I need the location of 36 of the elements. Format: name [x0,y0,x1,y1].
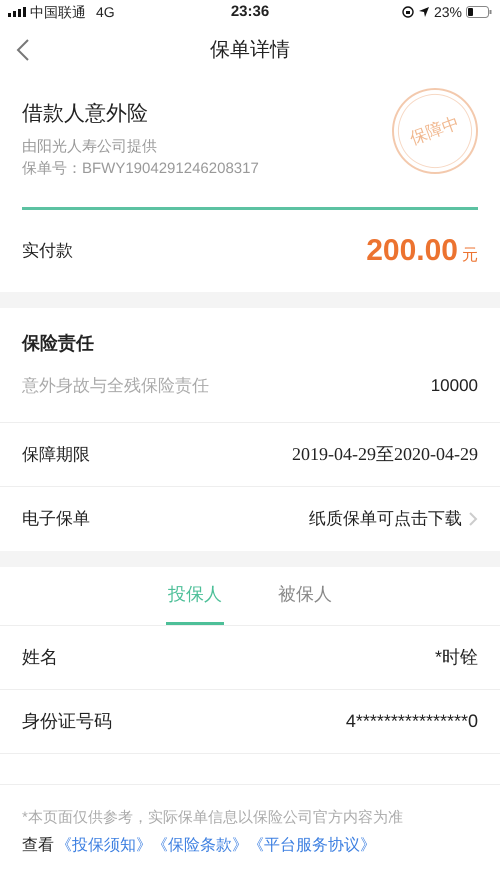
coverage-value: 10000 [430,374,478,396]
row-value: *时铨 [434,646,478,669]
policy-number: 保单号：BFWY1904291246208317 [22,159,260,179]
payment-unit: 元 [462,246,478,266]
document-link[interactable]: 《投保须知》 [56,834,152,858]
row-label: 姓名 [22,646,58,669]
download-link[interactable]: 纸质保单可点击下载 [309,506,478,532]
tab[interactable]: 被保人 [276,567,334,625]
row-value: 4****************0 [346,710,478,733]
network-type: 4G [96,2,115,22]
row-label: 保障期限 [22,444,90,466]
view-label: 查看 [22,836,54,856]
signal-icon [8,7,26,17]
tab[interactable]: 投保人 [166,567,224,625]
row-value: 2019-04-29至2020-04-29 [292,443,478,466]
document-link[interactable]: 《保险条款》 [152,834,248,858]
clock-time: 23:36 [230,2,270,22]
battery-percent: 23% [434,2,462,22]
carrier-name: 中国联通 [30,2,86,22]
status-stamp: 保障中 [392,88,478,174]
policy-name: 借款人意外险 [22,101,149,127]
row-label: 电子保单 [22,508,90,530]
location-arrow-icon [418,6,430,18]
disclaimer-text: *本页面仅供参考，实际保单信息以保险公司官方内容为准 [22,808,404,828]
coverage-label: 意外身故与全残保险责任 [22,374,209,396]
battery-icon [466,6,492,18]
back-icon [16,38,30,62]
section-title: 保险责任 [22,332,95,354]
rotation-lock-icon [402,6,414,18]
payment-label: 实付款 [22,240,73,262]
document-link[interactable]: 《平台服务协议》 [248,834,376,858]
payment-amount: 200.00 [366,233,458,269]
policy-provider: 由阳光人寿公司提供 [22,136,158,156]
row-label: 身份证号码 [22,710,112,733]
page-title: 保单详情 [209,38,291,63]
chevron-right-icon [468,511,478,527]
